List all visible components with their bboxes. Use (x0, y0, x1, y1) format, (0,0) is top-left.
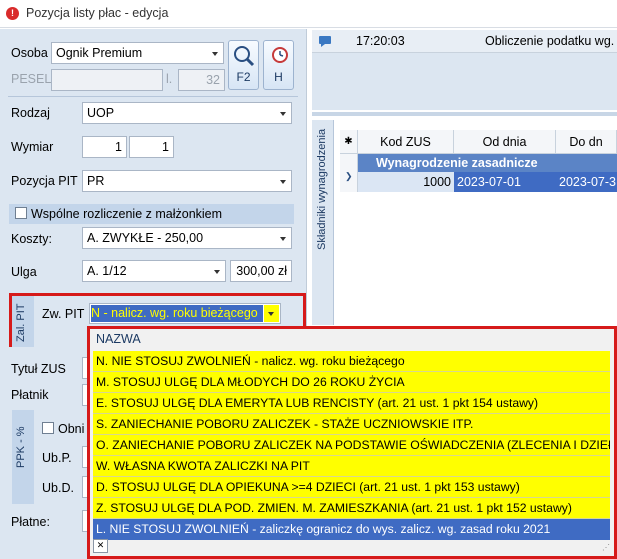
column-header-do-dnia[interactable]: Do dn (556, 130, 617, 154)
checkbox-icon (42, 422, 54, 434)
zw-pit-label: Zw. PIT (42, 307, 85, 321)
koszty-combo[interactable]: A. ZWYKŁE - 250,00 (82, 227, 292, 249)
skladniki-side-tab[interactable]: Składniki wynagrodzenia (312, 120, 334, 325)
pesel-field (51, 69, 163, 91)
ulga-label: Ulga (11, 265, 37, 279)
window-title: Pozycja listy płac - edycja (26, 6, 169, 20)
obnizenie-checkbox[interactable]: Obni (42, 422, 84, 436)
dropdown-option[interactable]: D. STOSUJ ULGĘ DLA OPIEKUNA >=4 DZIECI (… (93, 477, 610, 498)
message-strip: 17:20:03 Obliczenie podatku wg. (312, 30, 617, 110)
ulga-combo[interactable]: A. 1/12 (82, 260, 226, 282)
wspolne-rozliczenie-checkbox[interactable]: Wspólne rozliczenie z małżonkiem (9, 204, 294, 224)
wymiar-denominator-field[interactable]: 1 (129, 136, 174, 158)
osoba-label: Osoba (11, 46, 48, 60)
group-row[interactable]: Wynagrodzenie zasadnicze (358, 154, 617, 172)
zw-pit-dropdown-list: NAZWA N. NIE STOSUJ ZWOLNIEŃ - nalicz. w… (87, 326, 617, 559)
resize-grip-icon[interactable]: ⋰ (602, 543, 610, 552)
grid-settings-icon[interactable]: ✱ (340, 130, 358, 154)
ppk-tab[interactable]: PPK - % (12, 410, 34, 504)
chevron-down-icon (280, 237, 286, 241)
pesel-label: PESEL (11, 72, 52, 86)
platnik-label: Płatnik (11, 388, 49, 402)
wymiar-label: Wymiar (11, 140, 54, 154)
chevron-down-icon (280, 180, 286, 184)
pozycja-pit-combo[interactable]: PR (82, 170, 292, 192)
zw-pit-selected-text: N - nalicz. wg. roku bieżącego (91, 305, 263, 322)
app-icon: ! (6, 7, 19, 20)
splitter[interactable] (312, 112, 617, 116)
checkbox-icon (15, 207, 27, 219)
column-header-od-dnia[interactable]: Od dnia (454, 130, 556, 154)
row-indicator: ❯ (340, 154, 358, 192)
skladniki-grid: ✱ Kod ZUS Od dnia Do dn ❯ Wynagrodzenie … (340, 130, 617, 330)
chevron-down-icon (268, 312, 274, 316)
dropdown-option[interactable]: W. WŁASNA KWOTA ZALICZKI NA PIT (93, 456, 610, 477)
pozycja-pit-label: Pozycja PIT (11, 174, 78, 188)
dropdown-option[interactable]: N. NIE STOSUJ ZWOLNIEŃ - nalicz. wg. rok… (93, 351, 610, 372)
dropdown-option[interactable]: M. STOSUJ ULGĘ DLA MŁODYCH DO 26 ROKU ŻY… (93, 372, 610, 393)
f2-button[interactable]: F2 (228, 40, 259, 90)
dropdown-option[interactable]: E. STOSUJ ULGĘ DLA EMERYTA LUB RENCISTY … (93, 393, 610, 414)
message-time: 17:20:03 (356, 34, 405, 48)
dropdown-option[interactable]: Z. STOSUJ ULGĘ DLA POD. ZMIEN. M. ZAMIES… (93, 498, 610, 519)
wymiar-numerator-field[interactable]: 1 (82, 136, 127, 158)
history-button[interactable]: H (263, 40, 294, 90)
ubp-label: Ub.P. (42, 451, 72, 465)
history-icon (272, 47, 288, 63)
message-text: Obliczenie podatku wg. (485, 34, 615, 48)
divider (8, 96, 298, 97)
osoba-combo[interactable]: Ognik Premium (51, 42, 224, 64)
cell-od-dnia[interactable]: 2023-07-01 (454, 172, 556, 192)
dropdown-option[interactable]: O. ZANIECHANIE POBORU ZALICZEK NA PODSTA… (93, 435, 610, 456)
zal-pit-tab[interactable]: Zal. PIT (12, 296, 34, 347)
rodzaj-label: Rodzaj (11, 106, 50, 120)
dropdown-option[interactable]: L. NIE STOSUJ ZWOLNIEŃ - zaliczkę ograni… (93, 519, 610, 540)
koszty-label: Koszty: (11, 232, 52, 246)
chevron-down-icon (280, 112, 286, 116)
search-icon (234, 46, 255, 67)
row-pointer-icon: ❯ (345, 171, 353, 181)
platne-label: Płatne: (11, 515, 50, 529)
chevron-down-icon (212, 52, 218, 56)
cell-kod-zus[interactable]: 1000 (358, 172, 454, 192)
l-field: 32 (178, 69, 225, 91)
zw-pit-dropdown-button[interactable] (264, 305, 279, 322)
chevron-down-icon (214, 270, 220, 274)
column-header-kod-zus[interactable]: Kod ZUS (358, 130, 454, 154)
message-icon (319, 36, 331, 47)
ubd-label: Ub.D. (42, 481, 74, 495)
dropdown-option[interactable]: S. ZANIECHANIE POBORU ZALICZEK - STAŻE U… (93, 414, 610, 435)
rodzaj-combo[interactable]: UOP (82, 102, 292, 124)
dropdown-header: NAZWA (93, 329, 610, 350)
tytul-zus-label: Tytuł ZUS (11, 362, 66, 376)
zw-pit-combo[interactable]: N - nalicz. wg. roku bieżącego (89, 303, 281, 324)
cell-do-dnia[interactable]: 2023-07-3 (556, 172, 617, 192)
l-label: l. (166, 72, 173, 86)
title-bar: ! Pozycja listy płac - edycja (0, 0, 617, 28)
close-icon[interactable]: ✕ (93, 539, 108, 553)
ulga-amount-field[interactable]: 300,00 zł (230, 260, 292, 282)
